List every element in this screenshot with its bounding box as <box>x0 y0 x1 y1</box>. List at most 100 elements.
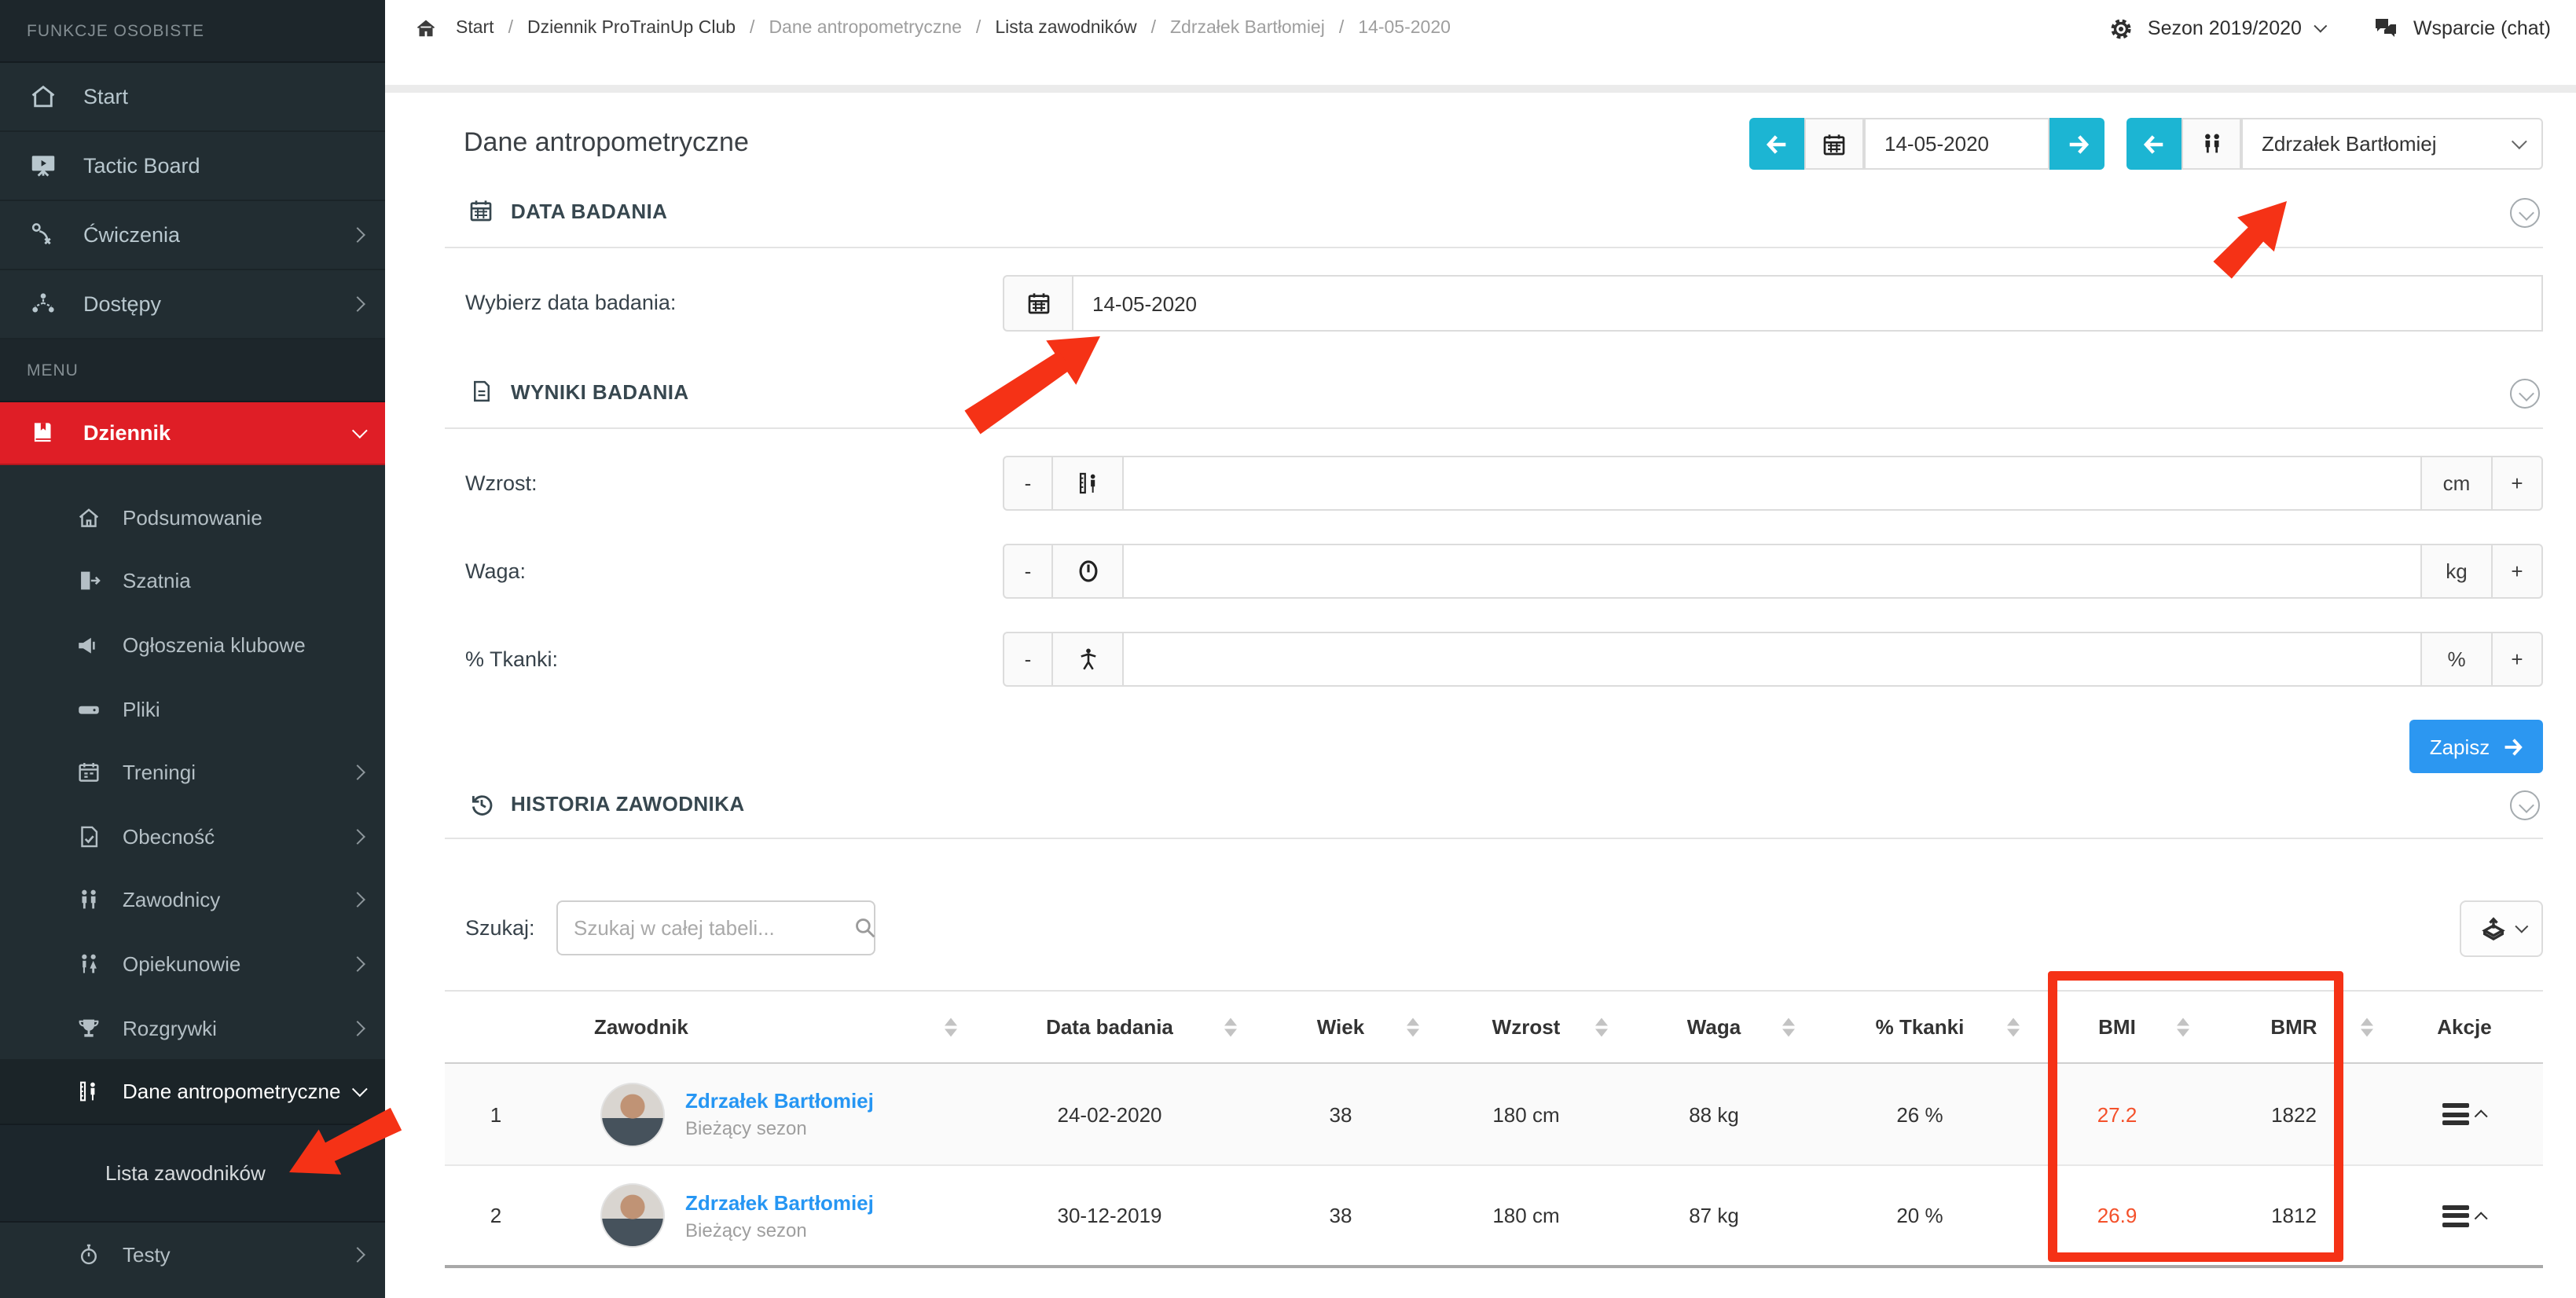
section-title: WYNIKI BADANIA <box>511 380 689 403</box>
sidebar-section-personal: FUNKCJE OSOBISTE <box>0 0 385 63</box>
table-header-row: Zawodnik Data badania Wiek Wzrost Waga %… <box>445 990 2543 1064</box>
sidebar-item-tactic-board[interactable]: Tactic Board <box>0 132 385 201</box>
export-icon <box>2479 915 2506 942</box>
submenu-item-opiekunowie[interactable]: Opiekunowie <box>0 932 385 996</box>
breadcrumb-item[interactable]: Dane antropometryczne <box>769 19 961 38</box>
submenu-item-pliki[interactable]: Pliki <box>0 677 385 741</box>
sort-icon[interactable] <box>1595 1018 1608 1037</box>
sidebar-item-dziennik[interactable]: Dziennik <box>0 402 385 465</box>
player-navigator: Zdrzałek Bartłomiej <box>2126 118 2543 170</box>
header-controls: 14-05-2020 Zdrzałek Bartłomiej <box>1749 118 2543 170</box>
search-input[interactable] <box>574 916 850 940</box>
column-header[interactable]: Wiek <box>1249 992 1432 1062</box>
breadcrumb-item[interactable]: 14-05-2020 <box>1358 19 1451 38</box>
next-date-button[interactable] <box>2049 118 2104 170</box>
increment-button[interactable]: + <box>2493 632 2543 687</box>
current-date-field[interactable]: 14-05-2020 <box>1864 118 2049 170</box>
calendar-icon[interactable] <box>1003 275 1073 332</box>
column-header[interactable]: BMI <box>2032 992 2202 1062</box>
sort-icon[interactable] <box>2361 1018 2373 1037</box>
avatar <box>600 1183 665 1248</box>
submenu-item-treningi[interactable]: Treningi <box>0 741 385 805</box>
breadcrumb-item[interactable]: Dziennik ProTrainUp Club <box>527 19 736 38</box>
submenu-item-label: Treningi <box>123 761 196 784</box>
chevron-down-icon <box>2314 20 2328 33</box>
sidebar-item-cwiczenia[interactable]: Ćwiczenia <box>0 201 385 270</box>
home-icon[interactable] <box>412 14 440 42</box>
hamburger-icon <box>2442 1103 2468 1125</box>
decrement-button[interactable]: - <box>1003 544 1053 599</box>
avatar <box>600 1082 665 1146</box>
stopwatch-icon <box>74 1240 102 1268</box>
weight-cell: 87 kg <box>1620 1166 1807 1265</box>
player-season: Bieżący sezon <box>685 1219 874 1241</box>
submenu-item-obecnosc[interactable]: Obecność <box>0 805 385 868</box>
submenu-item-rozgrywki[interactable]: Rozgrywki <box>0 996 385 1060</box>
sort-icon[interactable] <box>2177 1018 2189 1037</box>
collapse-section-button[interactable] <box>2510 379 2540 409</box>
column-header[interactable]: BMR <box>2202 992 2386 1062</box>
divider <box>445 838 2543 839</box>
fat-input-group: - % + <box>1003 632 2543 687</box>
sidebar-item-label: Dostępy <box>83 292 161 316</box>
submenu-item-ogloszenia[interactable]: Ogłoszenia klubowe <box>0 613 385 676</box>
decrement-button[interactable]: - <box>1003 456 1053 511</box>
height-input[interactable] <box>1124 456 2422 511</box>
player-name-link[interactable]: Zdrzałek Bartłomiej <box>685 1190 874 1214</box>
exam-date-input[interactable] <box>1073 275 2543 332</box>
breadcrumb-item[interactable]: Start <box>456 19 494 38</box>
player-name-link[interactable]: Zdrzałek Bartłomiej <box>685 1089 874 1113</box>
submenu-item-testy[interactable]: Testy <box>0 1223 385 1286</box>
submenu-item-podsumowanie[interactable]: Podsumowanie <box>0 486 385 549</box>
chevron-right-icon <box>350 829 365 845</box>
sort-icon[interactable] <box>945 1018 957 1037</box>
prev-date-button[interactable] <box>1749 118 1804 170</box>
column-header[interactable]: Waga <box>1620 992 1807 1062</box>
export-button[interactable] <box>2460 900 2543 957</box>
sort-icon[interactable] <box>2007 1018 2020 1037</box>
submenu-item-dane-antropometryczne[interactable]: Dane antropometryczne <box>0 1060 385 1124</box>
submenu-item-label: Ogłoszenia klubowe <box>123 633 306 657</box>
save-button[interactable]: Zapisz <box>2409 720 2543 773</box>
submenu-item-szatnia[interactable]: Szatnia <box>0 549 385 613</box>
trophy-icon <box>74 1014 102 1042</box>
column-header[interactable]: Data badania <box>970 992 1249 1062</box>
age-cell: 38 <box>1249 1166 1432 1265</box>
collapse-section-button[interactable] <box>2510 198 2540 228</box>
row-actions-button[interactable] <box>2442 1103 2487 1125</box>
height-cell: 180 cm <box>1432 1064 1620 1164</box>
increment-button[interactable]: + <box>2493 544 2543 599</box>
collapse-section-button[interactable] <box>2510 790 2540 820</box>
breadcrumb-item[interactable]: Zdrzałek Bartłomiej <box>1170 19 1325 38</box>
breadcrumb-item[interactable]: Lista zawodników <box>995 19 1136 38</box>
submenu-item-label: Rozgrywki <box>123 1016 217 1040</box>
submenu-item-lista-zawodnikow[interactable]: Lista zawodników <box>0 1124 385 1223</box>
players-button[interactable] <box>2182 118 2241 170</box>
decrement-button[interactable]: - <box>1003 632 1053 687</box>
fat-label: % Tkanki: <box>465 647 558 671</box>
table-row: 1 Zdrzałek Bartłomiej Bieżący sezon 24-0… <box>445 1064 2543 1166</box>
season-selector[interactable]: Sezon 2019/2020 <box>2107 14 2324 42</box>
sidebar-item-dostepy[interactable]: Dostępy <box>0 270 385 339</box>
calendar-button[interactable] <box>1804 118 1864 170</box>
exam-date-cell: 24-02-2020 <box>970 1064 1249 1164</box>
submenu-item-zawodnicy[interactable]: Zawodnicy <box>0 868 385 932</box>
row-actions-button[interactable] <box>2442 1204 2487 1226</box>
column-header[interactable]: Wzrost <box>1432 992 1620 1062</box>
submenu-item-label: Szatnia <box>123 570 191 593</box>
weight-cell: 88 kg <box>1620 1064 1807 1164</box>
column-header[interactable]: % Tkanki <box>1807 992 2032 1062</box>
support-chat[interactable]: Wsparcie (chat) <box>2372 14 2551 42</box>
home-outline-icon <box>74 504 102 532</box>
sort-icon[interactable] <box>1224 1018 1237 1037</box>
column-header[interactable]: Zawodnik <box>547 992 970 1062</box>
player-select[interactable]: Zdrzałek Bartłomiej <box>2241 118 2543 170</box>
sort-icon[interactable] <box>1407 1018 1419 1037</box>
prev-player-button[interactable] <box>2126 118 2182 170</box>
fat-input[interactable] <box>1124 632 2422 687</box>
sort-icon[interactable] <box>1782 1018 1795 1037</box>
increment-button[interactable]: + <box>2493 456 2543 511</box>
sidebar-item-start[interactable]: Start <box>0 63 385 132</box>
weight-input[interactable] <box>1124 544 2422 599</box>
height-input-group: - cm + <box>1003 456 2543 511</box>
